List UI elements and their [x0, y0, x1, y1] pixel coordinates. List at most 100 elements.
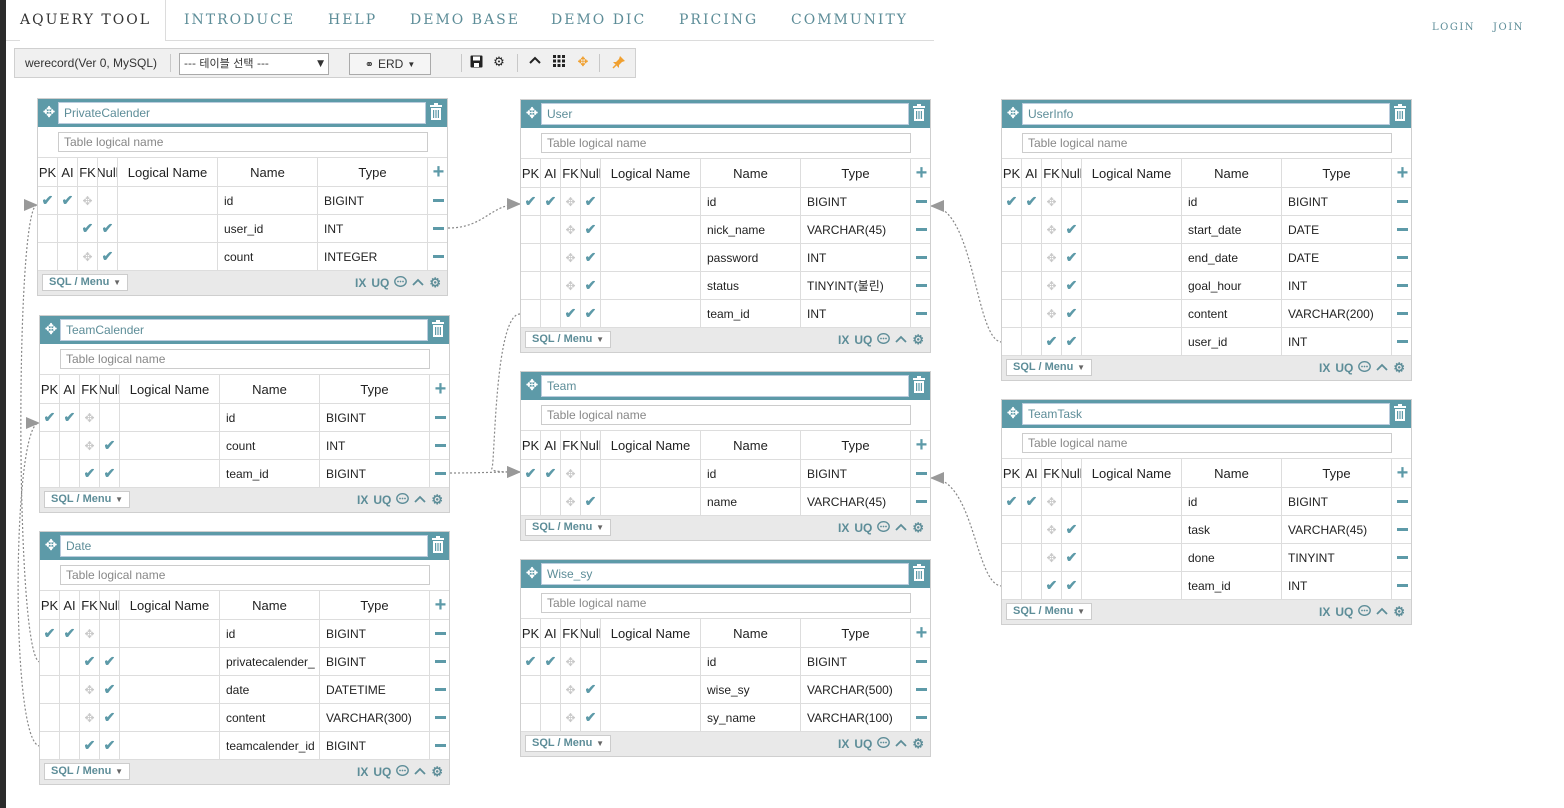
null-cell[interactable]: ✔ [1062, 544, 1082, 571]
ai-cell[interactable] [60, 432, 80, 459]
move-handle-icon[interactable]: ✥ [43, 537, 59, 553]
column-type-cell[interactable]: BIGINT [801, 188, 911, 215]
gear-icon[interactable]: ⚙ [1393, 360, 1405, 376]
fk-cell[interactable]: ✥ [78, 243, 98, 270]
ai-cell[interactable] [1022, 300, 1042, 327]
column-name-cell[interactable]: id [701, 648, 801, 675]
null-cell[interactable]: ✔ [1062, 244, 1082, 271]
logical-name-cell[interactable] [601, 488, 701, 515]
logical-name-cell[interactable] [120, 648, 220, 675]
column-type-cell[interactable]: BIGINT [320, 460, 430, 487]
logical-name-cell[interactable] [601, 704, 701, 731]
ai-cell[interactable] [1022, 244, 1042, 271]
table-logical-name-input[interactable]: Table logical name [541, 593, 911, 613]
logical-name-cell[interactable] [601, 676, 701, 703]
column-type-cell[interactable]: BIGINT [320, 648, 430, 675]
trash-icon[interactable] [1393, 104, 1409, 122]
trash-icon[interactable] [431, 320, 447, 338]
table-logical-name-input[interactable]: Table logical name [60, 349, 430, 369]
grid-icon[interactable] [551, 55, 567, 71]
column-name-cell[interactable]: end_date [1182, 244, 1282, 271]
collapse-icon[interactable] [412, 276, 424, 290]
fk-cell[interactable]: ✥ [1042, 300, 1062, 327]
remove-column-button[interactable] [430, 732, 451, 759]
ai-cell[interactable]: ✔ [541, 648, 561, 675]
fk-cell[interactable]: ✥ [1042, 188, 1062, 215]
logical-name-cell[interactable] [601, 460, 701, 487]
add-column-button[interactable]: + [1392, 459, 1413, 487]
column-name-cell[interactable]: content [220, 704, 320, 731]
add-column-button[interactable]: + [911, 431, 932, 459]
comment-icon[interactable] [1358, 360, 1372, 376]
pk-cell[interactable]: ✔ [521, 188, 541, 215]
fk-cell[interactable]: ✥ [561, 648, 581, 675]
column-name-cell[interactable]: sy_name [701, 704, 801, 731]
column-type-cell[interactable]: TINYINT [1282, 544, 1392, 571]
ai-cell[interactable] [60, 460, 80, 487]
pk-cell[interactable] [1002, 244, 1022, 271]
join-link[interactable]: JOIN [1493, 22, 1524, 33]
pk-cell[interactable] [38, 243, 58, 270]
unique-button[interactable]: UQ [854, 521, 872, 535]
column-name-cell[interactable]: password [701, 244, 801, 271]
fk-cell[interactable]: ✥ [78, 187, 98, 214]
table-name-field[interactable]: Wise_sy [541, 563, 909, 585]
ai-cell[interactable] [60, 648, 80, 675]
column-type-cell[interactable]: BIGINT [320, 732, 430, 759]
remove-column-button[interactable] [1392, 188, 1413, 215]
pk-cell[interactable] [1002, 572, 1022, 599]
pk-cell[interactable] [521, 216, 541, 243]
gear-icon[interactable]: ⚙ [1393, 604, 1405, 620]
remove-column-button[interactable] [1392, 328, 1413, 355]
column-name-cell[interactable]: privatecalender_ [220, 648, 320, 675]
move-handle-icon[interactable]: ✥ [1005, 405, 1021, 421]
fk-cell[interactable]: ✥ [1042, 488, 1062, 515]
column-name-cell[interactable]: start_date [1182, 216, 1282, 243]
fk-cell[interactable]: ✥ [561, 460, 581, 487]
column-type-cell[interactable]: BIGINT [320, 620, 430, 647]
column-name-cell[interactable]: date [220, 676, 320, 703]
logical-name-cell[interactable] [1082, 328, 1182, 355]
comment-icon[interactable] [396, 492, 410, 508]
table-name-field[interactable]: Date [60, 535, 428, 557]
null-cell[interactable] [581, 460, 601, 487]
remove-column-button[interactable] [1392, 272, 1413, 299]
ai-cell[interactable] [541, 676, 561, 703]
remove-column-button[interactable] [911, 488, 932, 515]
column-type-cell[interactable]: VARCHAR(500) [801, 676, 911, 703]
collapse-icon[interactable] [1376, 605, 1388, 619]
table-logical-name-input[interactable]: Table logical name [541, 133, 911, 153]
column-type-cell[interactable]: DATETIME [320, 676, 430, 703]
pk-cell[interactable] [40, 648, 60, 675]
column-type-cell[interactable]: BIGINT [318, 187, 428, 214]
unique-button[interactable]: UQ [854, 737, 872, 751]
ai-cell[interactable] [60, 704, 80, 731]
pk-cell[interactable] [521, 272, 541, 299]
column-type-cell[interactable]: INT [1282, 328, 1392, 355]
column-type-cell[interactable]: INT [318, 215, 428, 242]
logical-name-cell[interactable] [120, 432, 220, 459]
table-name-field[interactable]: User [541, 103, 909, 125]
ai-cell[interactable] [541, 244, 561, 271]
move-handle-icon[interactable]: ✥ [1005, 105, 1021, 121]
remove-column-button[interactable] [430, 432, 451, 459]
null-cell[interactable] [100, 620, 120, 647]
column-name-cell[interactable]: team_id [220, 460, 320, 487]
add-column-button[interactable]: + [1392, 159, 1413, 187]
logical-name-cell[interactable] [1082, 516, 1182, 543]
logical-name-cell[interactable] [601, 216, 701, 243]
add-column-button[interactable]: + [430, 591, 451, 619]
add-column-button[interactable]: + [428, 158, 449, 186]
fk-cell[interactable]: ✔ [1042, 328, 1062, 355]
pk-cell[interactable]: ✔ [40, 620, 60, 647]
trash-icon[interactable] [912, 104, 928, 122]
add-column-button[interactable]: + [911, 159, 932, 187]
remove-column-button[interactable] [430, 404, 451, 431]
ai-cell[interactable]: ✔ [60, 404, 80, 431]
tab-introduce[interactable]: INTRODUCE [184, 0, 295, 41]
null-cell[interactable]: ✔ [98, 215, 118, 242]
pk-cell[interactable]: ✔ [38, 187, 58, 214]
logical-name-cell[interactable] [601, 188, 701, 215]
column-type-cell[interactable]: BIGINT [801, 460, 911, 487]
table-logical-name-input[interactable]: Table logical name [1022, 133, 1392, 153]
